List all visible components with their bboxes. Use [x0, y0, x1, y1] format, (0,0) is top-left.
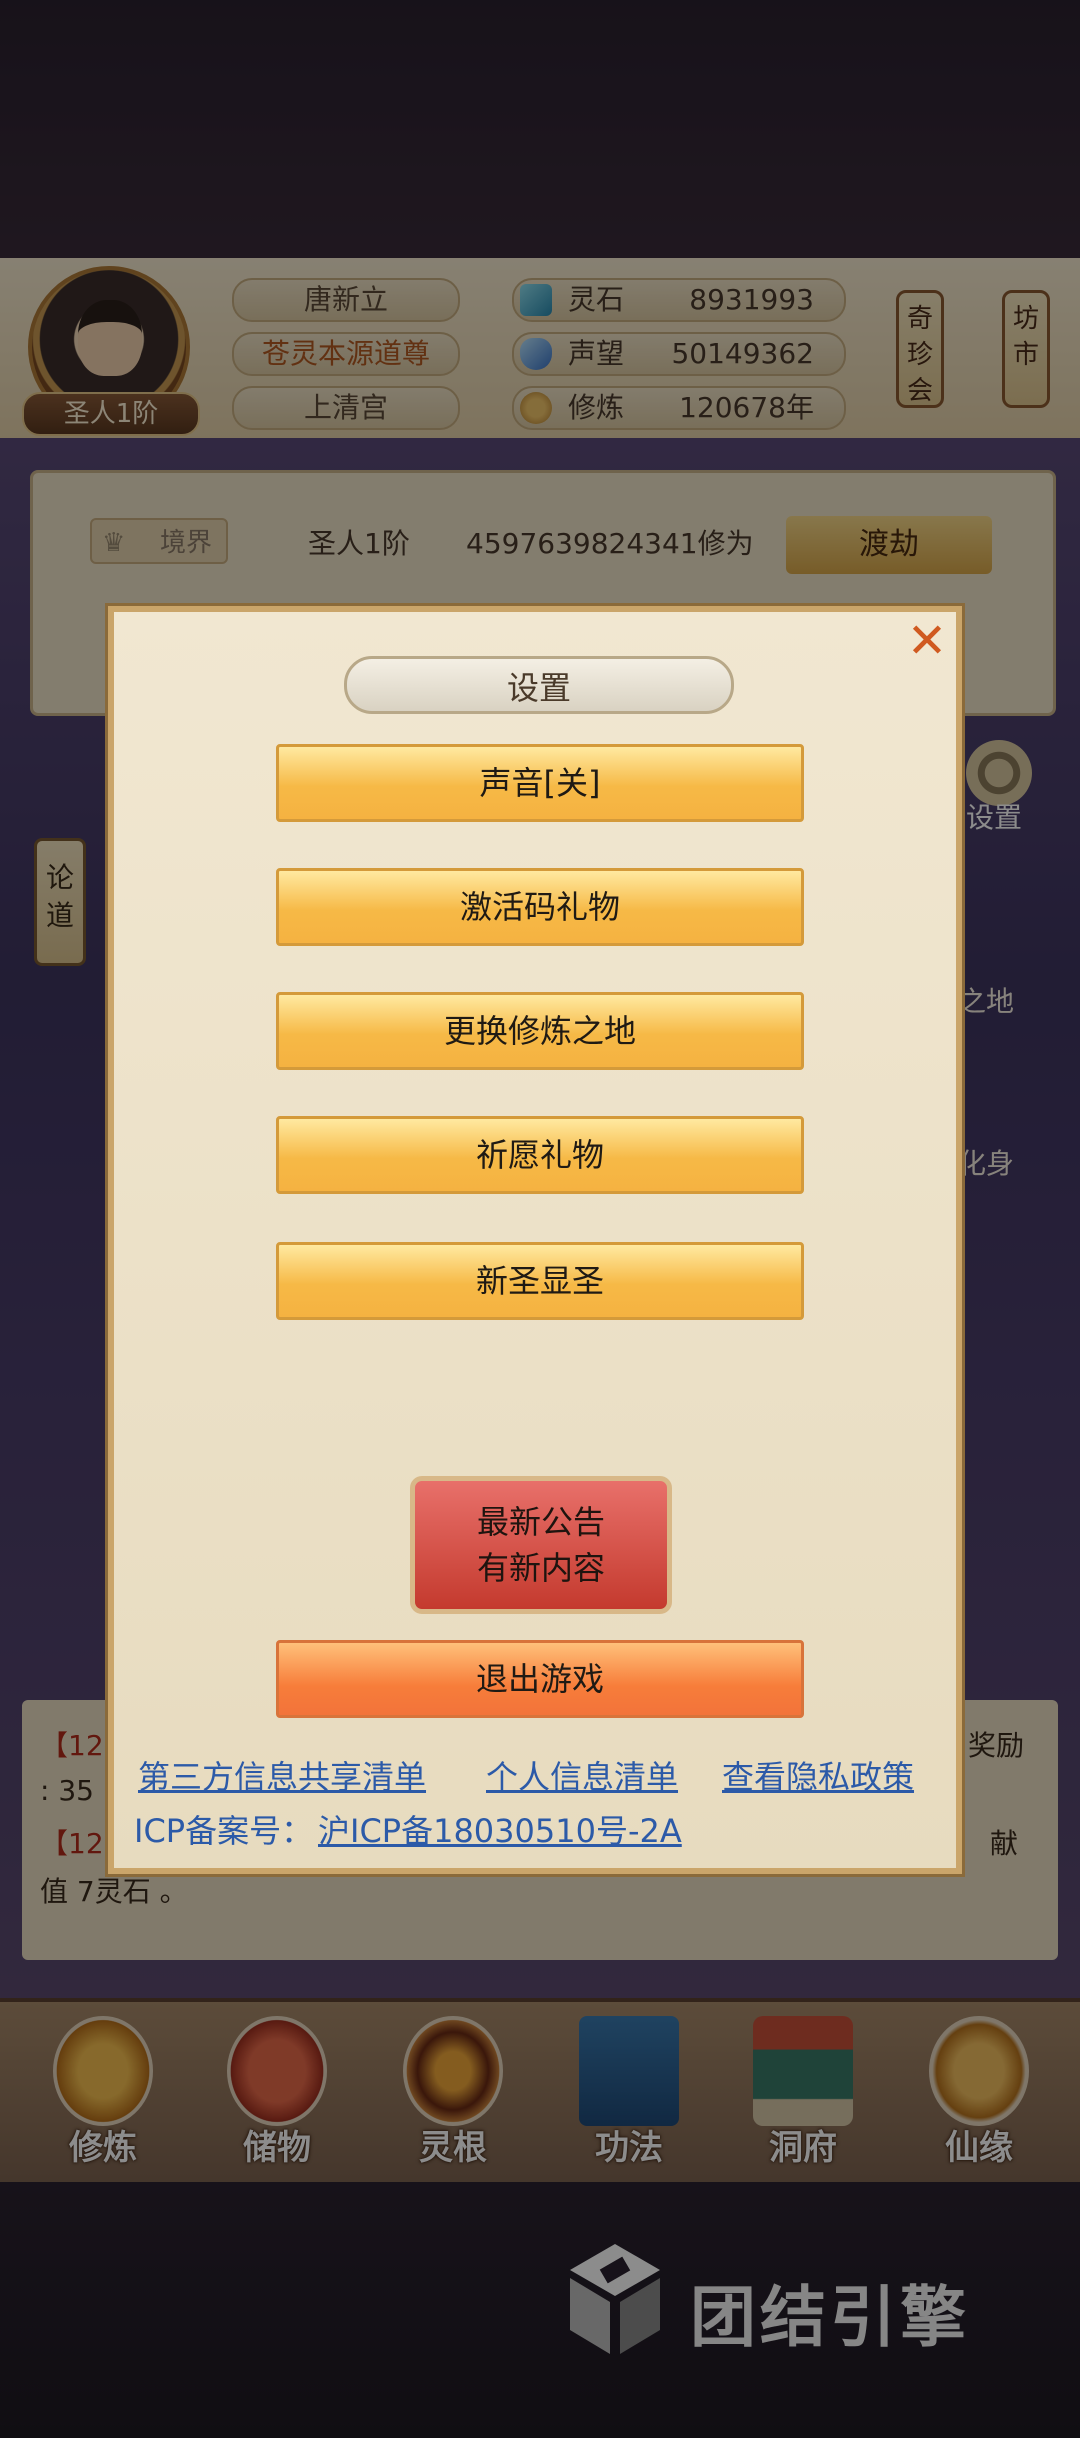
icp-label: ICP备案号：: [134, 1812, 314, 1850]
announcement-line2: 有新内容: [476, 1549, 605, 1587]
privacy-policy-link[interactable]: 查看隐私政策: [722, 1752, 914, 1798]
announcement-line1: 最新公告: [476, 1503, 605, 1541]
new-saint-button[interactable]: 新圣显圣: [276, 1242, 804, 1320]
redeem-code-button[interactable]: 激活码礼物: [276, 868, 804, 946]
sound-toggle-button[interactable]: 声音[关]: [276, 744, 804, 822]
quit-game-button[interactable]: 退出游戏: [276, 1640, 804, 1718]
dialog-title: 设置: [344, 656, 734, 714]
announcement-button[interactable]: 最新公告 有新内容: [410, 1476, 672, 1614]
personal-info-list-link[interactable]: 个人信息清单: [486, 1752, 678, 1798]
third-party-list-link[interactable]: 第三方信息共享清单: [138, 1752, 426, 1798]
change-place-button[interactable]: 更换修炼之地: [276, 992, 804, 1070]
close-icon[interactable]: ✕: [900, 614, 954, 668]
icp-number-link[interactable]: 沪ICP备18030510号-2A: [318, 1806, 682, 1852]
wish-gift-button[interactable]: 祈愿礼物: [276, 1116, 804, 1194]
